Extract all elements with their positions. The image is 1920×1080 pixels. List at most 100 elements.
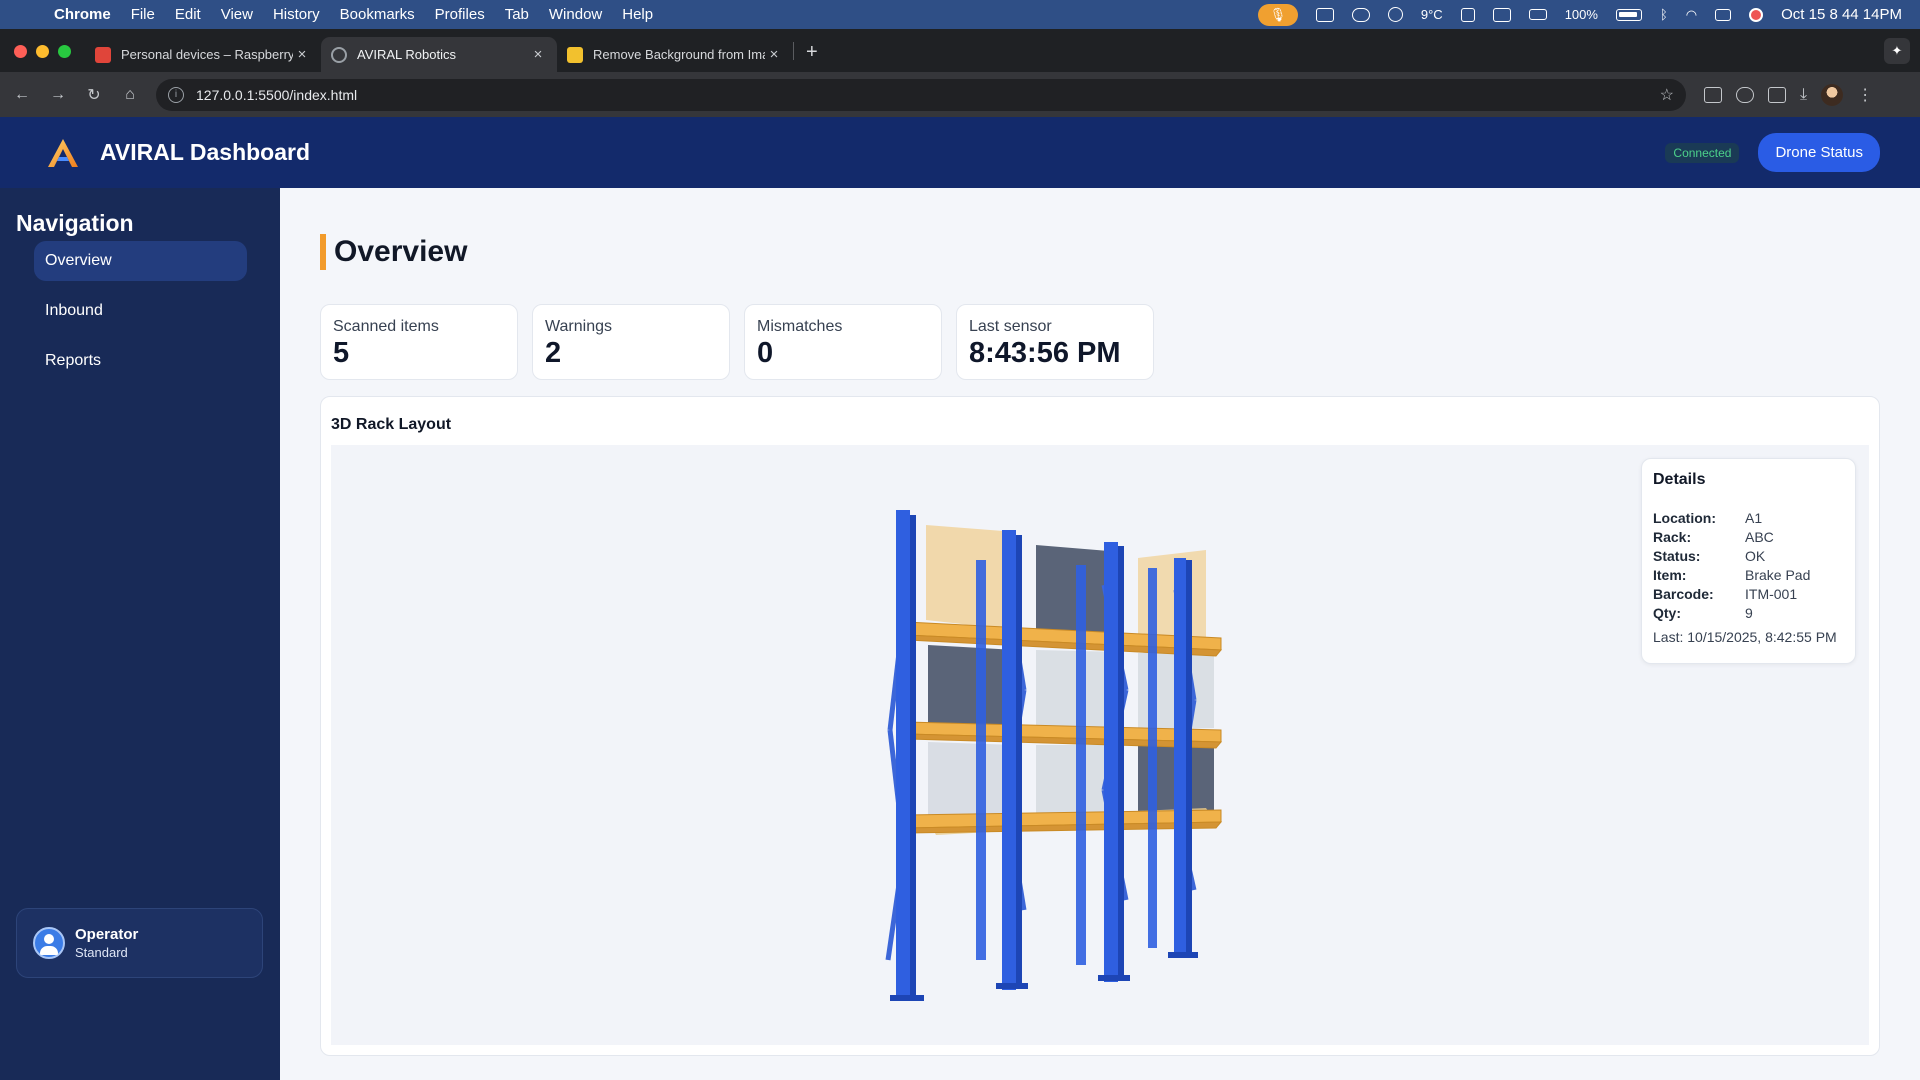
browser-tab-aviral[interactable]: AVIRAL Robotics × <box>321 37 557 72</box>
close-tab-icon[interactable]: × <box>765 46 783 63</box>
display-icon[interactable] <box>1492 7 1511 22</box>
tab-search-icon[interactable] <box>1768 86 1786 103</box>
detail-row-location: Location: A1 <box>1653 509 1844 528</box>
rack-layout-title: 3D Rack Layout <box>331 416 452 433</box>
aviral-app: AVIRAL Dashboard Connected Drone Status … <box>0 117 1920 1080</box>
close-tab-icon[interactable]: × <box>529 46 547 63</box>
download-icon[interactable]: ⤓ <box>1800 86 1807 104</box>
status-tray: 🎙 9°C 100% ᛒ ◠ Oct 15 8 44 14PM <box>1257 3 1920 26</box>
menu-app-chrome[interactable]: Chrome <box>54 6 121 23</box>
control-center-icon[interactable] <box>1715 8 1732 21</box>
menu-view[interactable]: View <box>211 6 263 23</box>
globe-favicon-icon <box>331 46 347 63</box>
sidebar-item-overview[interactable]: Overview <box>34 241 247 281</box>
microphone-icon[interactable]: 🎙 <box>1257 3 1298 26</box>
rack-3d-model[interactable] <box>876 490 1276 1010</box>
stat-label: Scanned items <box>333 318 439 335</box>
drone-status-button[interactable]: Drone Status <box>1758 133 1880 172</box>
menubar-clock[interactable]: Oct 15 8 44 14PM <box>1781 6 1902 23</box>
detail-row-status: Status: OK <box>1653 547 1844 566</box>
rack-3d-viewport[interactable]: Details Location: A1 Rack: ABC Status: OK I… <box>331 445 1869 1045</box>
rack-layout-card: 3D Rack Layout Details Location: A1 Rack… <box>320 396 1880 1056</box>
menu-help[interactable]: Help <box>612 6 663 23</box>
minimize-window-button[interactable] <box>36 45 49 58</box>
detail-key: Qty: <box>1653 605 1681 621</box>
remove-bg-favicon-icon <box>567 46 583 63</box>
browser-toolbar: ← → ↻ ⌂ i 127.0.0.1:5500/index.html ☆ ⤓ … <box>0 72 1920 117</box>
toolbar-actions: ⤓ ⋮ <box>1704 83 1873 106</box>
home-icon[interactable]: ⌂ <box>112 86 148 104</box>
stat-label: Warnings <box>545 318 612 335</box>
reload-icon[interactable]: ↻ <box>76 85 112 105</box>
detail-key: Status: <box>1653 548 1701 564</box>
menu-profiles[interactable]: Profiles <box>425 6 495 23</box>
user-role: Standard <box>75 945 128 960</box>
wifi-icon[interactable]: ◠ <box>1686 7 1697 23</box>
back-icon[interactable]: ← <box>4 86 40 104</box>
battery-percent: 100% <box>1564 7 1598 22</box>
menu-edit[interactable]: Edit <box>165 6 211 23</box>
stat-card-scanned: Scanned items 5 <box>320 304 518 380</box>
weather-temperature[interactable]: 9°C <box>1421 7 1443 22</box>
outlook-icon[interactable] <box>1315 7 1334 22</box>
chrome-menu-icon[interactable]: ⋮ <box>1857 85 1873 105</box>
keyboard-icon[interactable] <box>1528 9 1547 20</box>
detail-key: Location: <box>1653 510 1716 526</box>
maximize-window-button[interactable] <box>58 45 71 58</box>
connection-status-badge: Connected <box>1665 142 1740 163</box>
forward-icon[interactable]: → <box>40 86 76 104</box>
profile-avatar[interactable] <box>1821 83 1844 106</box>
detail-value: 9 <box>1745 605 1753 621</box>
details-panel: Details Location: A1 Rack: ABC Status: OK I… <box>1641 458 1856 664</box>
page-title: Overview <box>320 234 467 270</box>
details-title: Details <box>1653 471 1706 488</box>
address-bar[interactable]: i 127.0.0.1:5500/index.html ☆ <box>156 78 1686 111</box>
browser-tab-remove-bg[interactable]: Remove Background from Ima × <box>557 37 793 72</box>
window-controls <box>0 45 85 72</box>
stat-card-warnings: Warnings 2 <box>532 304 730 380</box>
cloud-icon[interactable] <box>1351 7 1370 22</box>
detail-key: Barcode: <box>1653 586 1714 602</box>
macos-menu-bar: Chrome File Edit View History Bookmarks … <box>0 0 1920 29</box>
menu-history[interactable]: History <box>263 6 330 23</box>
bookmark-star-icon[interactable]: ☆ <box>1660 85 1674 105</box>
sidebar-item-reports[interactable]: Reports <box>34 341 247 381</box>
sidebar-item-inbound[interactable]: Inbound <box>34 291 247 331</box>
detail-row-item: Item: Brake Pad <box>1653 566 1844 585</box>
tab-title: AVIRAL Robotics <box>357 47 456 62</box>
detail-value: OK <box>1745 548 1766 564</box>
close-window-button[interactable] <box>14 45 27 58</box>
tab-title: Personal devices – Raspberry <box>121 47 293 62</box>
detail-key: Rack: <box>1653 529 1692 545</box>
address-url[interactable]: 127.0.0.1:5500/index.html <box>196 87 1660 103</box>
user-name: Operator <box>75 926 139 943</box>
raspberry-favicon-icon <box>95 46 111 63</box>
close-tab-icon[interactable]: × <box>293 46 311 63</box>
menu-tab[interactable]: Tab <box>495 6 539 23</box>
siri-icon[interactable] <box>1749 7 1764 22</box>
site-info-icon[interactable]: i <box>168 86 184 103</box>
detail-row-barcode: Barcode: ITM-001 <box>1653 585 1844 604</box>
incognito-icon[interactable] <box>1736 86 1754 103</box>
stat-label: Last sensor <box>969 318 1052 335</box>
detail-value: ABC <box>1745 529 1774 545</box>
stat-label: Mismatches <box>757 318 843 335</box>
app-header: AVIRAL Dashboard Connected Drone Status <box>0 117 1920 188</box>
globe-icon[interactable] <box>1387 7 1403 22</box>
detail-value: Brake Pad <box>1745 567 1811 583</box>
menu-window[interactable]: Window <box>539 6 612 23</box>
battery-icon[interactable] <box>1615 8 1642 21</box>
user-avatar-icon <box>33 927 65 959</box>
control-grid-icon[interactable] <box>1460 7 1475 22</box>
sidebar-title: Navigation <box>16 210 134 236</box>
menu-bookmarks[interactable]: Bookmarks <box>330 6 425 23</box>
user-card[interactable]: Operator Standard <box>16 908 263 978</box>
stat-card-mismatches: Mismatches 0 <box>744 304 942 380</box>
browser-tab-strip: Personal devices – Raspberry × AVIRAL Ro… <box>0 29 1920 72</box>
bluetooth-icon[interactable]: ᛒ <box>1660 7 1668 22</box>
new-tab-button[interactable]: + <box>794 41 830 72</box>
browser-tab-raspberry[interactable]: Personal devices – Raspberry × <box>85 37 321 72</box>
menu-file[interactable]: File <box>121 6 165 23</box>
extensions-icon[interactable] <box>1704 86 1722 103</box>
gemini-icon[interactable]: ✦ <box>1884 38 1910 64</box>
